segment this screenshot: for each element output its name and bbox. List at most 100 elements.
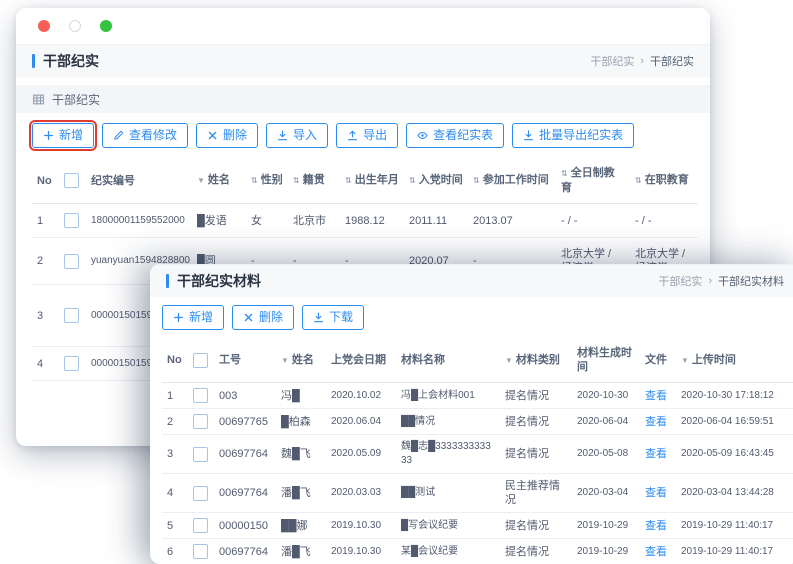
cell-no: 3 (167, 448, 173, 460)
edit-icon (113, 130, 124, 141)
cell-name: 冯█ (281, 390, 300, 402)
row-checkbox[interactable] (193, 447, 208, 462)
view-file-link[interactable]: 查看 (645, 520, 667, 532)
column-label: 姓名 (208, 174, 230, 186)
column-header-birth-date[interactable]: ⇅出生年月 (340, 158, 404, 204)
table-row: 118000001159552000█发语女北京市1988.122011.112… (32, 204, 698, 238)
column-header-material-category[interactable]: ▼材料类别 (500, 338, 572, 383)
view-edit-button[interactable]: 查看修改 (102, 123, 188, 148)
cell-no: 2 (37, 255, 43, 267)
select-all-checkbox[interactable] (64, 173, 79, 188)
column-header-fulltime-education[interactable]: ⇅全日制教育 (556, 158, 630, 204)
column-header-work-start-date[interactable]: ⇅参加工作时间 (468, 158, 556, 204)
column-header-inservice-education[interactable]: ⇅在职教育 (630, 158, 698, 204)
row-checkbox[interactable] (64, 213, 79, 228)
cell-employee-id: 00697764 (219, 448, 268, 460)
cell-meeting-date: 2019.10.30 (331, 520, 381, 531)
sort-icon[interactable]: ⇅ (561, 169, 568, 178)
column-header-name[interactable]: ▼姓名 (276, 338, 326, 383)
column-header-gender[interactable]: ⇅性别 (246, 158, 288, 204)
add-record-button[interactable]: 新增 (32, 123, 94, 148)
close-window-button[interactable] (38, 20, 50, 32)
button-label: 删除 (223, 129, 247, 142)
column-header-file: 文件 (640, 338, 676, 383)
sort-icon[interactable]: ⇅ (345, 176, 352, 185)
cell-no: 3 (37, 310, 43, 322)
cell-meeting-date: 2020.05.09 (331, 448, 381, 459)
page-title: 干部纪实材料 (166, 271, 261, 291)
section-label: 干部纪实 (52, 91, 100, 108)
cell-employee-id: 00697764 (219, 487, 268, 499)
column-header-name[interactable]: ▼姓名 (192, 158, 246, 204)
plus-icon (43, 130, 54, 141)
cell-material-name: ██测试 (401, 487, 435, 498)
download-material-button[interactable]: 下载 (302, 305, 364, 330)
import-button[interactable]: 导入 (266, 123, 328, 148)
table-row: 400697764潘█飞2020.03.03██测试民主推荐情况2020-03-… (162, 474, 793, 513)
column-label: 全日制教育 (561, 167, 615, 194)
column-header-party-join-date[interactable]: ⇅入党时间 (404, 158, 468, 204)
cell-no: 4 (167, 487, 173, 499)
view-file-link[interactable]: 查看 (645, 546, 667, 558)
sort-icon[interactable]: ⇅ (409, 176, 416, 185)
column-header-upload-time[interactable]: ▼上传时间 (676, 338, 793, 383)
breadcrumb-root[interactable]: 干部纪实 (590, 53, 634, 69)
zoom-window-button[interactable] (100, 20, 112, 32)
row-checkbox[interactable] (193, 486, 208, 501)
column-header-generated-date: 材料生成时间 (572, 338, 640, 383)
add-material-button[interactable]: 新增 (162, 305, 224, 330)
eye-icon (417, 130, 428, 141)
sort-icon[interactable]: ⇅ (293, 176, 300, 185)
filter-icon[interactable]: ▼ (281, 356, 289, 365)
filter-icon[interactable]: ▼ (505, 356, 513, 365)
row-checkbox[interactable] (64, 254, 79, 269)
cell-generated-date: 2019-10-29 (577, 520, 628, 531)
view-file-link[interactable]: 查看 (645, 416, 667, 428)
view-file-link[interactable]: 查看 (645, 487, 667, 499)
delete-material-button[interactable]: 删除 (232, 305, 294, 330)
row-checkbox[interactable] (193, 544, 208, 559)
column-label: 参加工作时间 (483, 174, 549, 186)
cell-upload-time: 2020-03-04 13:44:28 (681, 487, 774, 498)
filter-icon[interactable]: ▼ (197, 176, 205, 185)
cell-name: █柏森 (281, 416, 311, 428)
cell-employee-id: 00000150 (219, 520, 268, 532)
table-grid-icon (32, 93, 45, 106)
breadcrumb-root[interactable]: 干部纪实 (658, 273, 702, 289)
filter-icon[interactable]: ▼ (681, 356, 689, 365)
view-file-link[interactable]: 查看 (645, 390, 667, 402)
export-button[interactable]: 导出 (336, 123, 398, 148)
button-label: 批量导出纪实表 (539, 129, 623, 142)
delete-record-button[interactable]: 删除 (196, 123, 258, 148)
row-checkbox[interactable] (193, 518, 208, 533)
cell-gender: 女 (251, 215, 262, 227)
column-header-native-place[interactable]: ⇅籍贯 (288, 158, 340, 204)
window-titlebar (16, 8, 710, 44)
sort-icon[interactable]: ⇅ (473, 176, 480, 185)
row-checkbox[interactable] (193, 414, 208, 429)
sort-icon[interactable]: ⇅ (251, 176, 258, 185)
plus-icon (173, 312, 184, 323)
section-header: 干部纪实 (16, 85, 710, 113)
minimize-window-button[interactable] (69, 20, 81, 32)
view-record-sheet-button[interactable]: 查看纪实表 (406, 123, 504, 148)
row-checkbox[interactable] (193, 388, 208, 403)
title-accent-bar (32, 54, 35, 68)
column-header-no: No (162, 338, 186, 383)
column-header-select[interactable] (56, 158, 86, 204)
column-header-select[interactable] (186, 338, 214, 383)
cell-no: 1 (37, 215, 43, 227)
sort-icon[interactable]: ⇅ (635, 176, 642, 185)
cell-meeting-date: 2020.03.03 (331, 487, 381, 498)
import-icon (277, 130, 288, 141)
row-checkbox[interactable] (64, 356, 79, 371)
batch-export-button[interactable]: 批量导出纪实表 (512, 123, 634, 148)
view-file-link[interactable]: 查看 (645, 448, 667, 460)
cell-no: 2 (167, 416, 173, 428)
cell-generated-date: 2020-10-30 (577, 390, 628, 401)
close-icon (207, 130, 218, 141)
select-all-checkbox[interactable] (193, 353, 208, 368)
column-label: No (167, 354, 182, 366)
button-label: 下载 (329, 311, 353, 324)
row-checkbox[interactable] (64, 308, 79, 323)
